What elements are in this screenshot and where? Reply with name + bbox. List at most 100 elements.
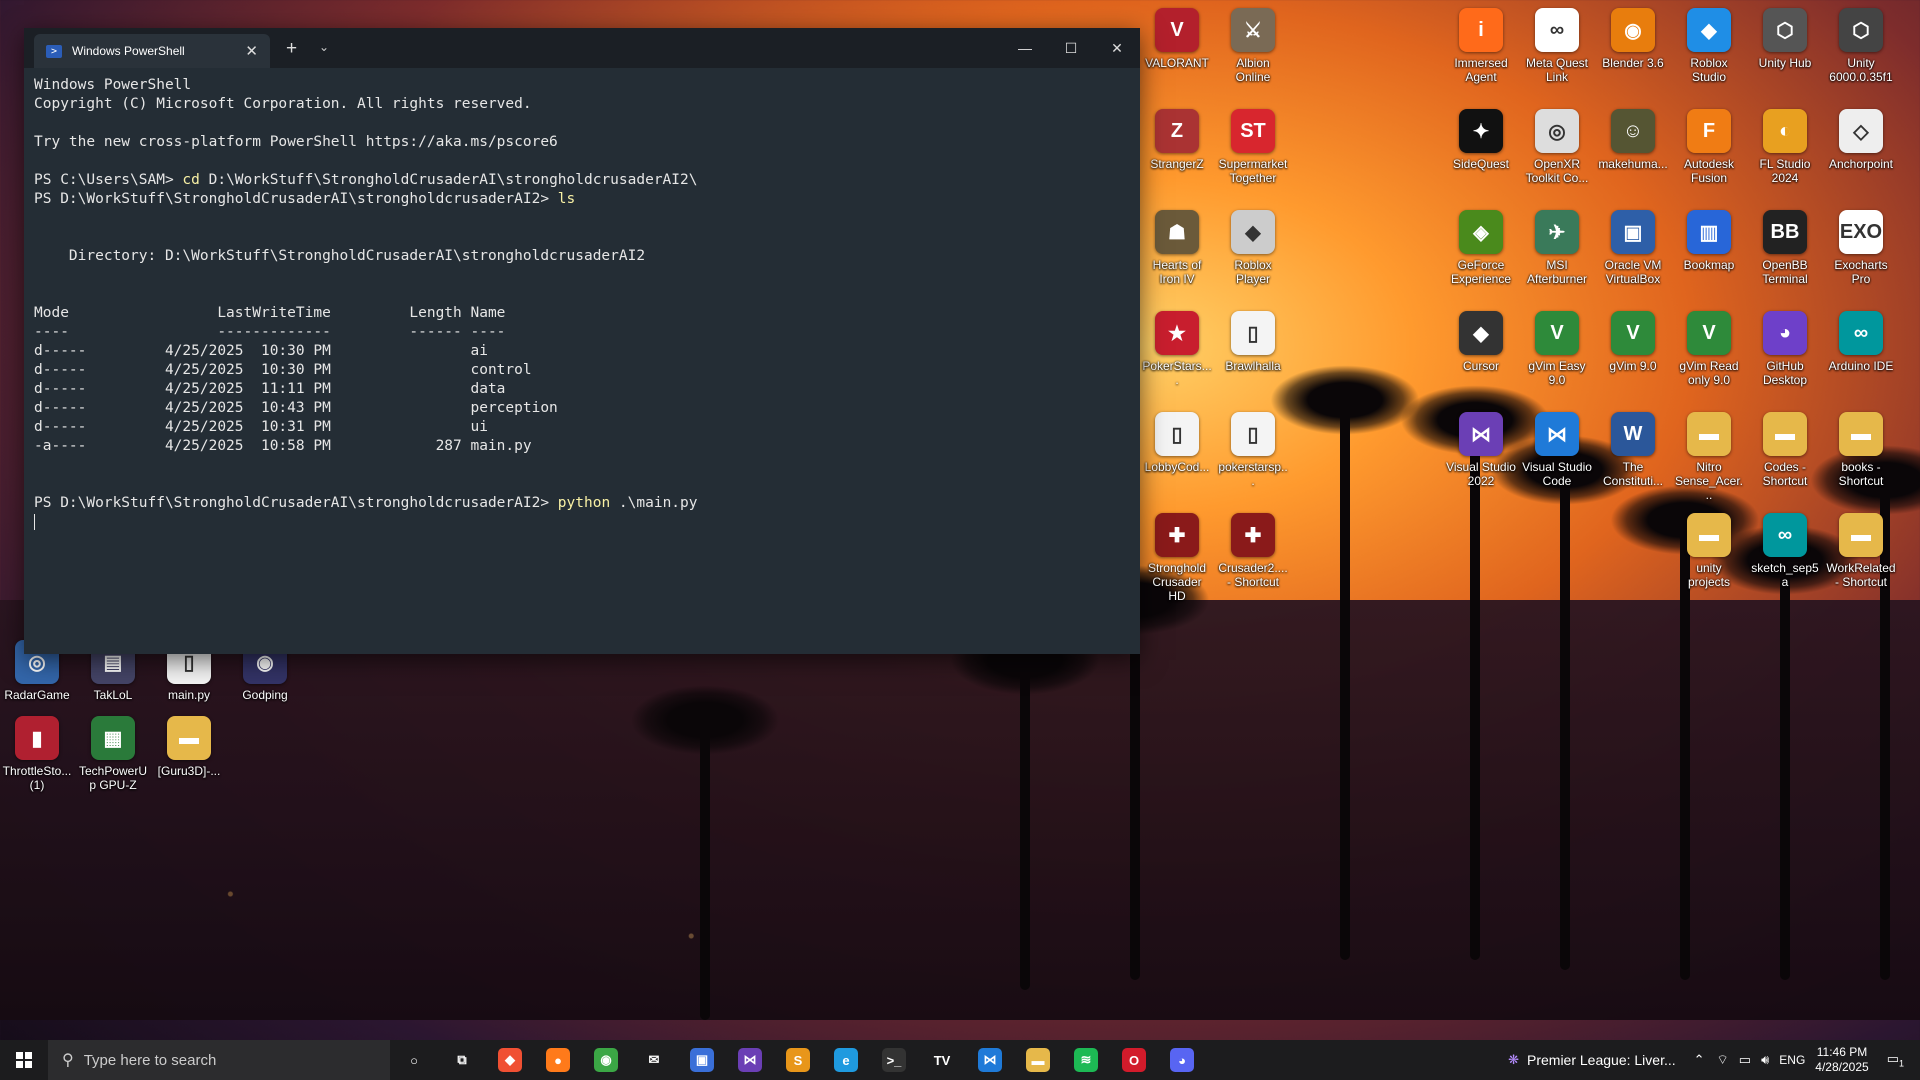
desktop-icon[interactable]: ▬ [Guru3D]-... — [154, 716, 224, 778]
app-icon: W — [1611, 412, 1655, 456]
desktop-icon[interactable]: ▬ books - Shortcut — [1826, 412, 1896, 488]
terminal-taskbar-button[interactable]: >_ — [870, 1040, 918, 1080]
news-weather-icon[interactable]: ❋ — [1508, 1052, 1519, 1068]
desktop-icon[interactable]: EXO Exocharts Pro — [1826, 210, 1896, 286]
file-explorer-taskbar-button[interactable]: ▬ — [1014, 1040, 1062, 1080]
desktop-icon[interactable]: F Autodesk Fusion — [1674, 109, 1744, 185]
desktop-icon[interactable]: ⋈ Visual Studio Code — [1522, 412, 1592, 488]
firefox-taskbar-button[interactable]: ● — [534, 1040, 582, 1080]
new-tab-button[interactable]: + — [286, 38, 297, 60]
powershell-window[interactable]: > Windows PowerShell ✕ + ⌄ — ☐ ✕ Windows… — [24, 28, 1140, 654]
desktop-icon[interactable]: ⬡ Unity Hub — [1750, 8, 1820, 70]
desktop-icon[interactable]: ⋈ Visual Studio 2022 — [1446, 412, 1516, 488]
desktop-icon[interactable]: ✦ SideQuest — [1446, 109, 1516, 171]
desktop-icon[interactable]: ◕ GitHub Desktop — [1750, 311, 1820, 387]
desktop-icon[interactable]: ★ PokerStars.... — [1142, 311, 1212, 387]
desktop-icon[interactable]: Z StrangerZ — [1142, 109, 1212, 171]
desktop-icon[interactable]: V VALORANT — [1142, 8, 1212, 70]
start-button[interactable] — [0, 1040, 48, 1080]
desktop-icon[interactable]: BB OpenBB Terminal — [1750, 210, 1820, 286]
visual-studio-taskbar-button[interactable]: ⋈ — [726, 1040, 774, 1080]
desktop-icon[interactable]: ▯ LobbyCod... — [1142, 412, 1212, 474]
desktop-icon[interactable]: ◇ Anchorpoint — [1826, 109, 1896, 171]
desktop-icon-label: Roblox Player — [1234, 258, 1272, 286]
show-hidden-icons-icon[interactable]: ⌃ — [1694, 1052, 1705, 1068]
terminal-input-line[interactable] — [34, 513, 1130, 532]
opera-taskbar-button[interactable]: O — [1110, 1040, 1158, 1080]
desktop-icon[interactable]: ☺ makehuma... — [1598, 109, 1668, 171]
desktop-icon[interactable]: ◆ Cursor — [1446, 311, 1516, 373]
desktop-icon[interactable]: VgVim 9.0 — [1598, 311, 1668, 373]
desktop-icon[interactable]: ◆ Roblox Player — [1218, 210, 1288, 286]
desktop-icon[interactable]: ◉ Blender 3.6 — [1598, 8, 1668, 70]
desktop-icon[interactable]: ▦ TechPowerUp GPU-Z — [78, 716, 148, 792]
tradingview-icon: TV — [933, 1052, 951, 1068]
clock[interactable]: 11:46 PM 4/28/2025 — [1815, 1045, 1868, 1075]
desktop-icon[interactable]: ∞ sketch_sep5a — [1750, 513, 1820, 589]
language-indicator[interactable]: ENG — [1779, 1053, 1805, 1067]
desktop-icon[interactable]: ✈ MSI Afterburner — [1522, 210, 1592, 286]
desktop-icon[interactable]: ◎ OpenXR Toolkit Co... — [1522, 109, 1592, 185]
desktop-icon[interactable]: W The Constituti... — [1598, 412, 1668, 488]
desktop-icon[interactable]: ∞ Meta Quest Link — [1522, 8, 1592, 84]
desktop-icon[interactable]: ▣ Oracle VM VirtualBox — [1598, 210, 1668, 286]
desktop-icon[interactable]: ✚ Crusader2.... - Shortcut — [1218, 513, 1288, 589]
palm-trunk — [1020, 660, 1030, 990]
desktop-icon[interactable]: ST Supermarket Together — [1218, 109, 1288, 185]
desktop-icon[interactable]: ▬ WorkRelated - Shortcut — [1826, 513, 1896, 589]
cortana-taskbar-button[interactable]: ○ — [390, 1040, 438, 1080]
desktop-icon[interactable]: ✚ Stronghold Crusader HD — [1142, 513, 1212, 603]
desktop-icon[interactable]: ▮ ThrottleSto... (1) — [2, 716, 72, 792]
desktop-icon[interactable]: VgVim Easy 9.0 — [1522, 311, 1592, 387]
terminal-output[interactable]: Windows PowerShell Copyright (C) Microsof… — [34, 76, 1130, 532]
tradingview-taskbar-button[interactable]: TV — [918, 1040, 966, 1080]
news-widget[interactable]: Premier League: Liver... — [1527, 1052, 1676, 1068]
close-window-button[interactable]: ✕ — [1094, 28, 1140, 68]
notification-center-icon[interactable]: ▭1 — [1887, 1051, 1904, 1069]
network-icon[interactable]: ⌔ — [1717, 1052, 1729, 1068]
desktop-icon-label: Codes - Shortcut — [1762, 460, 1808, 488]
chrome-taskbar-button[interactable]: ◉ — [582, 1040, 630, 1080]
discord-taskbar-button[interactable]: ◕ — [1158, 1040, 1206, 1080]
desktop-icon[interactable]: ▥ Bookmap — [1674, 210, 1744, 272]
minimize-button[interactable]: — — [1002, 28, 1048, 68]
app-icon: ▬ — [1687, 513, 1731, 557]
desktop-icon[interactable]: ▬ unity projects — [1674, 513, 1744, 589]
volume-icon[interactable]: 🔊︎ — [1761, 1052, 1769, 1068]
tab-dropdown-button[interactable]: ⌄ — [319, 40, 329, 54]
app-icon: EXO — [1839, 210, 1883, 254]
spotify-icon: ≋ — [1074, 1048, 1098, 1072]
mail-taskbar-button[interactable]: ✉ — [630, 1040, 678, 1080]
desktop-icon[interactable]: ☗ Hearts of Iron IV — [1142, 210, 1212, 286]
window-titlebar[interactable]: > Windows PowerShell ✕ + ⌄ — ☐ ✕ — [24, 28, 1140, 68]
git-taskbar-button[interactable]: ◆ — [486, 1040, 534, 1080]
sublime-taskbar-button[interactable]: S — [774, 1040, 822, 1080]
desktop-icon[interactable]: ⚔ Albion Online — [1218, 8, 1288, 84]
desktop-icon[interactable]: ◆ Roblox Studio — [1674, 8, 1744, 84]
desktop-icon[interactable]: i Immersed Agent — [1446, 8, 1516, 84]
taskbar-search-box[interactable]: ⚲ Type here to search — [48, 1040, 390, 1080]
vscode-taskbar-button[interactable]: ⋈ — [966, 1040, 1014, 1080]
app-icon: V — [1535, 311, 1579, 355]
edge-taskbar-button[interactable]: e — [822, 1040, 870, 1080]
desktop-icon[interactable]: ▯ Brawlhalla — [1218, 311, 1288, 373]
search-icon: ⚲ — [62, 1052, 74, 1069]
desktop-icon[interactable]: ◈ GeForce Experience — [1446, 210, 1516, 286]
desktop-icon[interactable]: ⬡ Unity 6000.0.35f1 — [1826, 8, 1896, 84]
tab-close-button[interactable]: ✕ — [245, 42, 258, 60]
desktop-icon[interactable]: ∞ Arduino IDE — [1826, 311, 1896, 373]
cortana-icon: ○ — [410, 1052, 418, 1068]
task-view-taskbar-button[interactable]: ⧉ — [438, 1040, 486, 1080]
desktop-icon[interactable]: ▬ Nitro Sense_Acer... — [1674, 412, 1744, 502]
desktop-icon-label: Autodesk Fusion — [1683, 157, 1735, 185]
desktop-icon[interactable]: ◐ FL Studio 2024 — [1750, 109, 1820, 185]
maximize-button[interactable]: ☐ — [1048, 28, 1094, 68]
spotify-taskbar-button[interactable]: ≋ — [1062, 1040, 1110, 1080]
tab-powershell[interactable]: > Windows PowerShell ✕ — [34, 34, 270, 68]
desktop-icon[interactable]: VgVim Read only 9.0 — [1674, 311, 1744, 387]
store-taskbar-button[interactable]: ▣ — [678, 1040, 726, 1080]
battery-icon[interactable]: ▭ — [1739, 1052, 1751, 1068]
desktop-icon[interactable]: ▯ pokerstarsp... — [1218, 412, 1288, 488]
desktop-icon[interactable]: ▬ Codes - Shortcut — [1750, 412, 1820, 488]
